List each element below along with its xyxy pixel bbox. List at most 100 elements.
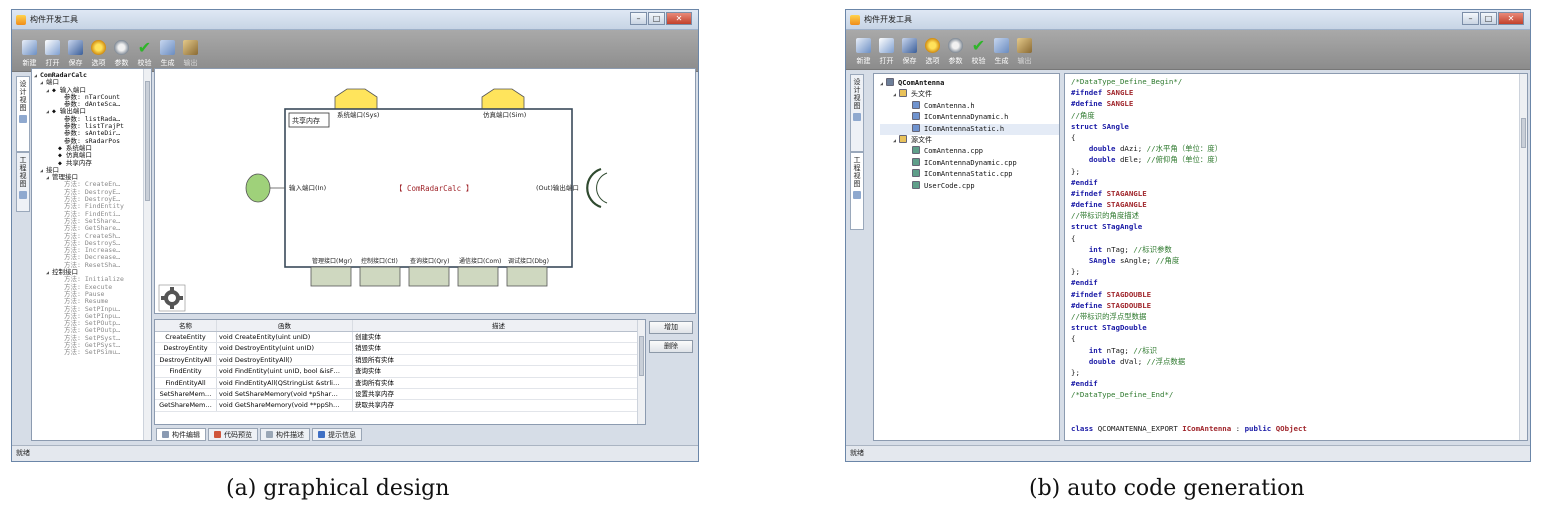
code-editor[interactable]: /*DataType_Define_Begin*/#ifndef SANGLE #…	[1064, 73, 1528, 441]
tree-file[interactable]: IComAntennaDynamic.cpp	[880, 157, 1059, 169]
tree-file[interactable]: ComAntenna.cpp	[880, 146, 1059, 157]
code-line: double dAzi; //水平角（单位：度）	[1071, 143, 1527, 154]
code-text: };	[1071, 267, 1080, 277]
source-file-icon	[912, 169, 920, 178]
method-name-cell: FindEntityAll	[155, 377, 217, 388]
code-line: #define STAGANGLE	[1071, 199, 1527, 210]
code-text: dEle;	[1119, 155, 1147, 165]
tree-item[interactable]: ◆ 系统端口	[34, 144, 151, 152]
code-comment: //角度	[1071, 110, 1095, 120]
editor-scrollbar[interactable]	[1519, 74, 1527, 440]
method-signature-cell: void GetShareMemory(void **ppSh…	[217, 400, 353, 411]
code-keyword: STagAngle	[1102, 222, 1143, 232]
maximize-button[interactable]: □	[648, 12, 665, 25]
tree-folder[interactable]: ◢ 源文件	[880, 134, 1059, 146]
toolbar-options-button[interactable]: 选项	[923, 38, 942, 66]
table-row[interactable]: FindEntityAll void FindEntityAll(QStringL…	[155, 377, 645, 389]
table-header: 名称 函数 描述	[155, 320, 645, 332]
toolbar-options-button[interactable]: 选项	[89, 40, 108, 68]
table-row[interactable]: DestroyEntityAll void DestroyEntityAll() 销…	[155, 354, 645, 367]
toolbar-open-button[interactable]: 打开	[877, 38, 896, 66]
tab-project-view[interactable]: 工程视图	[850, 152, 864, 230]
header-file-icon	[912, 123, 920, 132]
add-button[interactable]: 增加	[649, 321, 693, 334]
tree-item-label: UserCode.cpp	[924, 181, 975, 190]
toolbar-label: 选项	[91, 59, 106, 67]
tree-file[interactable]: IComAntennaStatic.cpp	[880, 169, 1059, 180]
close-button[interactable]: ✕	[666, 12, 692, 25]
toolbar-generate-button[interactable]: 生成	[158, 40, 177, 68]
params-icon	[114, 40, 129, 55]
toolbar-open-button[interactable]: 打开	[43, 40, 62, 68]
tree-root[interactable]: ◢ QComAntenna	[880, 78, 1059, 89]
tree-scrollbar[interactable]	[143, 69, 151, 440]
design-canvas[interactable]: 共享内存 系统端口(Sys) 仿真端口(Sim) 输入端口(In) (Out)输…	[154, 68, 696, 314]
table-row[interactable]: FindEntity void FindEntity(uint unID, boo…	[155, 366, 645, 378]
tab-component-edit[interactable]: 构件编辑	[156, 428, 206, 441]
toolbar-generate-button[interactable]: 生成	[992, 38, 1011, 66]
tree-item[interactable]: 参数: sRadarPos	[34, 137, 151, 145]
tab-project-view[interactable]: 工程视图	[16, 152, 30, 212]
tab-design-view[interactable]: 设计视图	[16, 76, 30, 152]
code-text: dVal;	[1119, 356, 1147, 366]
toolbar-label: 校验	[971, 57, 986, 65]
app-icon	[850, 14, 860, 25]
toolbar-output-button[interactable]: 输出	[1015, 38, 1034, 66]
tree-folder[interactable]: ◢ 头文件	[880, 89, 1059, 100]
code-identifier: STAGDOUBLE	[1106, 300, 1152, 310]
delete-button[interactable]: 删除	[649, 340, 693, 353]
code-line: #endif	[1071, 177, 1527, 188]
toolbar-new-button[interactable]: 新建	[20, 40, 39, 68]
table-scrollbar[interactable]	[637, 320, 645, 424]
toolbar-save-button[interactable]: 保存	[66, 40, 85, 68]
code-line: #define SANGLE	[1071, 98, 1527, 109]
tab-design-view[interactable]: 设计视图	[850, 74, 864, 152]
tree-file[interactable]: IComAntennaDynamic.h	[880, 112, 1059, 123]
output-icon	[183, 40, 198, 55]
right-toolbar: 新建 打开 保存 选项 参数 ✔ 校验 生成 输出	[846, 30, 1530, 70]
left-structure-tree: ◢ ComRadarCalc ◢ 端口 ◢ ◆ 输入端口 参数: nTarCount 参数: …	[31, 68, 152, 441]
toolbar-params-button[interactable]: 参数	[112, 40, 131, 68]
check-icon: ✔	[137, 38, 152, 57]
method-description-cell: 获取共享内存	[353, 400, 645, 411]
toolbar-params-button[interactable]: 参数	[946, 38, 965, 66]
table-row[interactable]: SetShareMem… void SetShareMemory(void *pS…	[155, 388, 645, 401]
method-table[interactable]: 名称 函数 描述 CreateEntity void CreateEntity(u…	[154, 319, 646, 425]
tab-component-description[interactable]: 构件描述	[260, 428, 310, 441]
method-description-cell: 查询所有实体	[353, 377, 645, 388]
tree-item[interactable]: 方法: SetPSimu…	[34, 349, 151, 356]
tab-messages[interactable]: 提示信息	[312, 428, 362, 441]
table-row[interactable]: CreateEntity void CreateEntity(uint unID)…	[155, 332, 645, 344]
left-app-window: 构件开发工具 – □ ✕ 新建 打开 保存 选项 参数 ✔ 校验 生成 输出 设计视图 工程视图…	[11, 9, 699, 462]
minimize-button[interactable]: –	[1462, 12, 1479, 25]
component-name: 【 ComRadarCalc 】	[395, 184, 473, 193]
code-text: nTag;	[1106, 244, 1134, 254]
table-row[interactable]: GetShareMem… void GetShareMemory(void **p…	[155, 400, 645, 412]
tree-file[interactable]: ComAntenna.h	[880, 100, 1059, 112]
toolbar-check-button[interactable]: ✔ 校验	[969, 38, 988, 66]
maximize-button[interactable]: □	[1480, 12, 1497, 25]
tab-code-preview[interactable]: 代码预览	[208, 428, 258, 441]
qry-interface-box	[408, 266, 450, 287]
code-text: dAzi;	[1119, 144, 1147, 154]
close-button[interactable]: ✕	[1498, 12, 1524, 25]
code-line: #endif	[1071, 378, 1527, 389]
tree-file[interactable]: UserCode.cpp	[880, 180, 1059, 192]
toolbar-new-button[interactable]: 新建	[854, 38, 873, 66]
code-line: SAngle sAngle; //角度	[1071, 255, 1527, 266]
check-icon: ✔	[971, 36, 986, 55]
toolbar-save-button[interactable]: 保存	[900, 38, 919, 66]
tree-item[interactable]: ◆ 仿真端口	[34, 152, 151, 159]
toolbar-label: 保存	[902, 57, 917, 65]
toolbar-output-button[interactable]: 输出	[181, 40, 200, 68]
toolbar-check-button[interactable]: ✔ 校验	[135, 40, 154, 68]
code-line: {	[1071, 132, 1527, 143]
code-keyword: #define	[1071, 300, 1107, 310]
minimize-button[interactable]: –	[630, 12, 647, 25]
sim-port-label: 仿真端口(Sim)	[483, 110, 526, 119]
table-row[interactable]: DestroyEntity void DestroyEntity(uint unI…	[155, 343, 645, 355]
tree-file[interactable]: IComAntennaStatic.h	[880, 123, 1059, 135]
